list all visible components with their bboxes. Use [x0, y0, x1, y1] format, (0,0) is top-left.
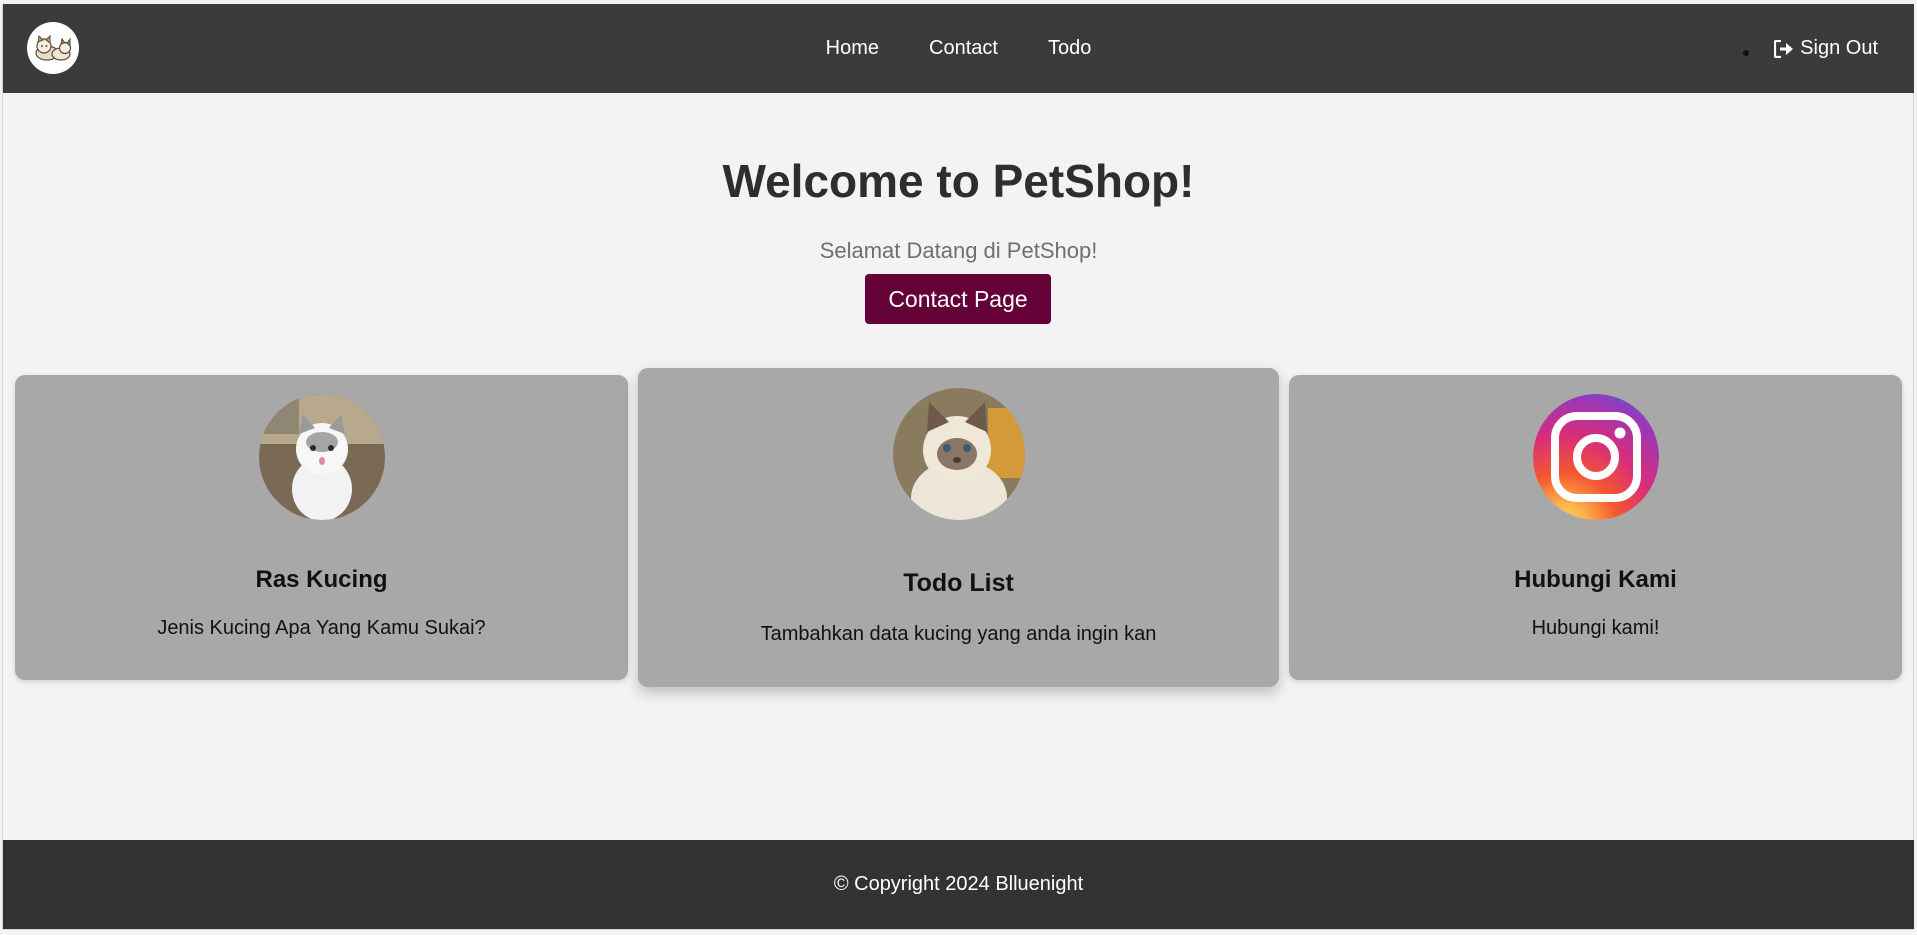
white-kitten-photo — [258, 394, 385, 520]
page-footer: © Copyright 2024 Blluenight — [3, 840, 1914, 929]
top-navbar: Home Contact Todo Sign Out — [3, 4, 1914, 93]
card-text: Tambahkan data kucing yang anda ingin ka… — [760, 623, 1157, 645]
nav-todo-link[interactable]: Todo — [1048, 37, 1091, 60]
nav-contact-link[interactable]: Contact — [929, 37, 998, 60]
sign-out-icon — [1774, 39, 1794, 58]
cat-logo-icon[interactable] — [27, 22, 79, 74]
card-text: Hubungi kami! — [1531, 617, 1660, 639]
card-hubungi-kami[interactable]: Hubungi Kami Hubungi kami! — [1289, 375, 1902, 680]
siamese-cat-photo — [892, 388, 1025, 520]
card-title: Hubungi Kami — [1514, 566, 1677, 593]
list-bullet — [1743, 50, 1749, 56]
sign-out-label: Sign Out — [1800, 37, 1878, 59]
page-subtitle: Selamat Datang di PetShop! — [819, 238, 1098, 263]
card-title: Todo List — [903, 569, 1014, 597]
card-title: Ras Kucing — [255, 566, 388, 593]
contact-page-button[interactable]: Contact Page — [865, 274, 1051, 324]
card-todo-list[interactable]: Todo List Tambahkan data kucing yang and… — [638, 368, 1279, 687]
sign-out-button[interactable]: Sign Out — [1774, 37, 1878, 60]
card-text: Jenis Kucing Apa Yang Kamu Sukai? — [157, 617, 486, 639]
main-nav: Home Contact Todo — [3, 4, 1914, 93]
card-ras-kucing[interactable]: Ras Kucing Jenis Kucing Apa Yang Kamu Su… — [15, 375, 628, 680]
page-title: Welcome to PetShop! — [722, 155, 1195, 207]
instagram-icon — [1532, 394, 1659, 520]
copyright-text: © Copyright 2024 Blluenight — [833, 873, 1084, 895]
nav-home-link[interactable]: Home — [826, 37, 879, 60]
